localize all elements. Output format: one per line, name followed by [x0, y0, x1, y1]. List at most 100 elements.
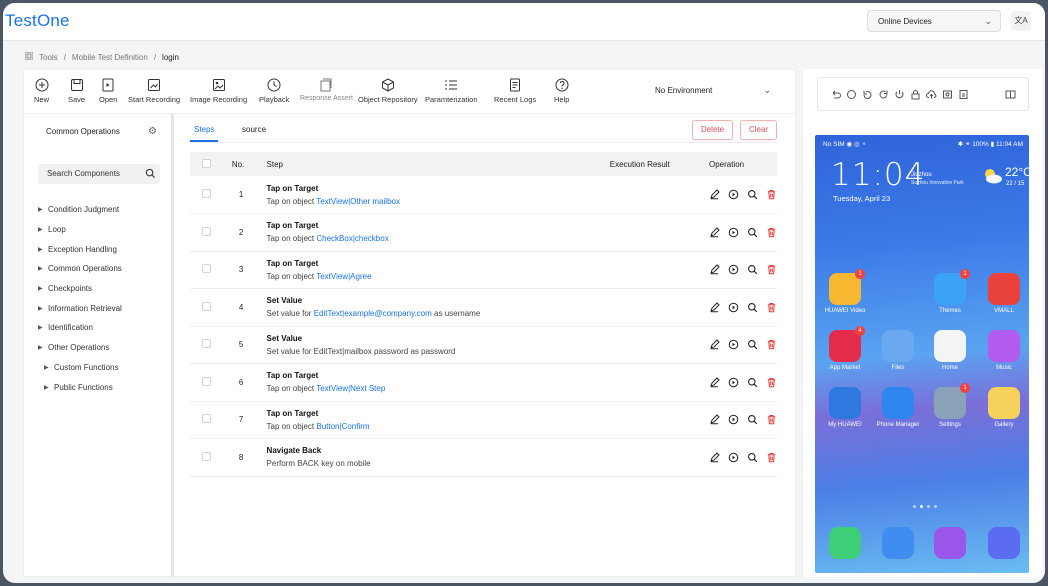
tree-item-loop[interactable]: ▶ Loop: [38, 220, 122, 240]
save-button[interactable]: Save: [68, 78, 85, 104]
row-checkbox[interactable]: [202, 339, 211, 349]
open-button[interactable]: Open: [99, 78, 117, 104]
refresh-icon[interactable]: [878, 89, 889, 100]
breadcrumb-tools[interactable]: Tools: [39, 53, 58, 62]
playback-button[interactable]: Playback: [259, 78, 289, 104]
search-icon[interactable]: [747, 264, 758, 275]
step-object-link[interactable]: TextView|Agree: [316, 272, 371, 281]
delete-icon[interactable]: [766, 302, 777, 313]
image-recording-button[interactable]: Image Recording: [190, 78, 247, 104]
paramterization-button[interactable]: Paramterization: [425, 78, 478, 104]
lock-icon[interactable]: [910, 89, 921, 100]
app-icon-files[interactable]: Files: [875, 330, 921, 371]
edit-icon[interactable]: [709, 377, 720, 388]
home-circle-icon[interactable]: [846, 89, 857, 100]
tree-item-identification[interactable]: ▶ Identification: [38, 318, 122, 338]
start-recording-button[interactable]: Start Recording: [128, 78, 180, 104]
edit-icon[interactable]: [709, 264, 720, 275]
run-step-icon[interactable]: [728, 377, 739, 388]
run-step-icon[interactable]: [728, 264, 739, 275]
run-step-icon[interactable]: [728, 452, 739, 463]
breadcrumb-mobile-test-definition[interactable]: Mobile Test Definition: [72, 53, 148, 62]
table-row[interactable]: 2 Tap on Target Tap on object CheckBox|che…: [190, 213, 777, 252]
search-icon[interactable]: [747, 339, 758, 350]
dock-icon-phone[interactable]: [822, 527, 868, 559]
app-icon-app-market[interactable]: 4 App Market: [822, 326, 868, 371]
undo-icon[interactable]: [830, 89, 841, 100]
table-row[interactable]: 4 Set Value Set value for EditText|example…: [190, 288, 777, 327]
table-row[interactable]: 8 Navigate Back Perform BACK key on mobile: [190, 438, 777, 477]
dock-icon-messages[interactable]: [875, 527, 921, 559]
search-icon[interactable]: [747, 377, 758, 388]
tree-item-condition-judgment[interactable]: ▶ Condition Judgment: [38, 200, 122, 220]
search-icon[interactable]: [145, 168, 156, 179]
tree-item-other-operations[interactable]: ▶ Other Operations: [38, 338, 122, 358]
screenshot-icon[interactable]: [942, 89, 953, 100]
app-icon-settings[interactable]: 1 Settings: [927, 383, 973, 428]
row-checkbox[interactable]: [202, 264, 211, 274]
select-all-checkbox[interactable]: [202, 158, 211, 168]
app-icon-vmall[interactable]: VMALL: [981, 273, 1027, 314]
table-row[interactable]: 3 Tap on Target Tap on object TextView|Agr…: [190, 251, 777, 289]
recent-logs-button[interactable]: Recent Logs: [494, 78, 536, 104]
language-button[interactable]: 文A: [1011, 11, 1031, 31]
clear-button[interactable]: Clear: [740, 120, 777, 140]
app-icon-home[interactable]: Home: [927, 330, 973, 371]
tab-steps[interactable]: Steps: [194, 125, 214, 134]
search-icon[interactable]: [747, 189, 758, 200]
delete-icon[interactable]: [766, 264, 777, 275]
row-checkbox[interactable]: [202, 414, 211, 424]
app-icon-music[interactable]: Music: [981, 330, 1027, 371]
delete-icon[interactable]: [766, 339, 777, 350]
step-object-link[interactable]: TextView|Next Step: [316, 384, 385, 393]
step-object-link[interactable]: EditText|example@company.com: [314, 309, 432, 318]
row-checkbox[interactable]: [202, 451, 211, 461]
power-icon[interactable]: [894, 89, 905, 100]
file-transfer-icon[interactable]: [958, 89, 969, 100]
app-icon-huawei-video[interactable]: 1 HUAWEI Video: [822, 269, 868, 314]
run-step-icon[interactable]: [728, 227, 739, 238]
edit-icon[interactable]: [709, 227, 720, 238]
run-step-icon[interactable]: [728, 302, 739, 313]
tree-item-custom-functions[interactable]: ▶ Custom Functions: [38, 358, 122, 378]
row-checkbox[interactable]: [202, 376, 211, 386]
row-checkbox[interactable]: [202, 189, 211, 198]
cloud-upload-icon[interactable]: [926, 89, 937, 100]
component-search-input[interactable]: Search Components: [38, 164, 160, 184]
edit-icon[interactable]: [709, 452, 720, 463]
search-icon[interactable]: [747, 227, 758, 238]
app-icon-gallery[interactable]: Gallery: [981, 387, 1027, 428]
app-icon-themes[interactable]: 1 Themes: [927, 269, 973, 314]
device-screen[interactable]: No SIM ◉ ◎ ⚬ ✱ ⚭ 100% ▮ 11:04 AM 11:04 T…: [815, 135, 1029, 573]
delete-icon[interactable]: [766, 452, 777, 463]
delete-icon[interactable]: [766, 377, 777, 388]
tree-item-public-functions[interactable]: ▶ Public Functions: [38, 377, 122, 397]
row-checkbox[interactable]: [202, 301, 211, 311]
run-step-icon[interactable]: [728, 414, 739, 425]
edit-icon[interactable]: [709, 302, 720, 313]
run-step-icon[interactable]: [728, 189, 739, 200]
run-step-icon[interactable]: [728, 339, 739, 350]
table-row[interactable]: 6 Tap on Target Tap on object TextView|Nex…: [190, 363, 777, 402]
row-checkbox[interactable]: [202, 226, 211, 236]
edit-icon[interactable]: [709, 414, 720, 425]
delete-icon[interactable]: [766, 189, 777, 200]
table-row[interactable]: 7 Tap on Target Tap on object Button|Confi…: [190, 401, 777, 439]
step-object-link[interactable]: Button|Confirm: [316, 422, 369, 431]
environment-select[interactable]: No Environment ⌄: [647, 81, 777, 101]
search-icon[interactable]: [747, 302, 758, 313]
step-object-link[interactable]: CheckBox|checkbox: [316, 234, 388, 243]
delete-icon[interactable]: [766, 227, 777, 238]
tab-source[interactable]: source: [242, 125, 266, 134]
search-icon[interactable]: [747, 452, 758, 463]
help-button[interactable]: Help: [554, 78, 569, 104]
search-icon[interactable]: [747, 414, 758, 425]
dock-icon-browser[interactable]: [927, 527, 973, 559]
table-row[interactable]: 1 Tap on Target Tap on object TextView|Oth…: [190, 176, 777, 214]
split-view-icon[interactable]: [1005, 89, 1016, 100]
tree-item-common-operations[interactable]: ▶ Common Operations: [38, 259, 122, 279]
dock-icon-camera[interactable]: [981, 527, 1027, 559]
edit-icon[interactable]: [709, 189, 720, 200]
app-icon-phone-manager[interactable]: Phone Manager: [875, 387, 921, 428]
app-icon-my-huawei[interactable]: My HUAWEI: [822, 387, 868, 428]
